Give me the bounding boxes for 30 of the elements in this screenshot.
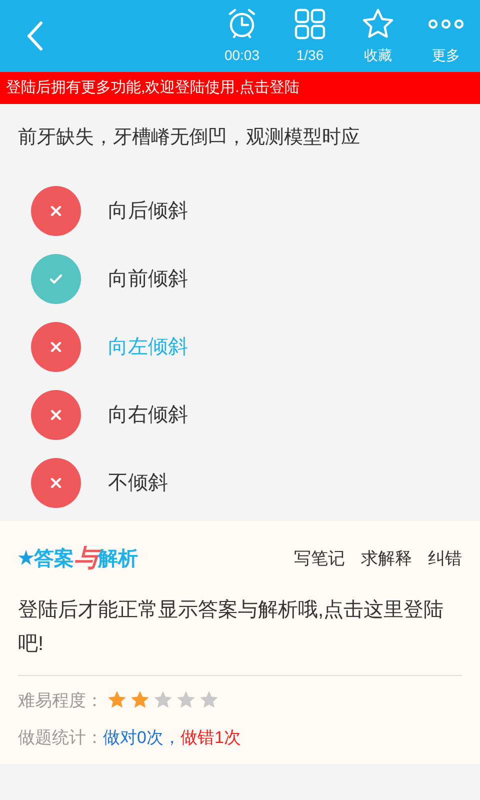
wrong-count: 做错1次 <box>180 727 241 749</box>
cross-icon <box>50 408 62 420</box>
action-link[interactable]: 纠错 <box>428 546 462 572</box>
stats-label: 做题统计： <box>18 727 103 749</box>
correct-count: 做对0次 <box>103 727 164 749</box>
login-banner[interactable]: 登陆后拥有更多功能,欢迎登陆使用.点击登陆 <box>0 72 480 104</box>
stats-separator: ， <box>163 727 180 749</box>
star-icon <box>107 690 127 710</box>
answer-option[interactable]: 向后倾斜 <box>0 176 480 244</box>
action-link[interactable]: 写笔记 <box>294 546 345 572</box>
answer-option[interactable]: 不倾斜 <box>0 448 480 516</box>
login-message[interactable]: 登陆后才能正常显示答案与解析哦,点击这里登陆吧! <box>18 592 462 660</box>
more-icon <box>427 16 465 30</box>
analysis-logo: ★答案与解析 <box>18 544 138 574</box>
cross-icon <box>50 340 62 352</box>
answer-option[interactable]: 向右倾斜 <box>0 380 480 448</box>
star-icon <box>199 690 219 710</box>
answer-option[interactable]: 向前倾斜 <box>0 244 480 312</box>
star-icon <box>153 690 173 710</box>
action-link[interactable]: 求解释 <box>361 546 412 572</box>
star-icon <box>130 690 150 710</box>
difficulty-label: 难易程度： <box>18 690 103 712</box>
star-icon <box>361 6 395 40</box>
check-icon <box>49 272 63 286</box>
back-icon <box>25 20 45 52</box>
star-icon <box>176 690 196 710</box>
question-text: 前牙缺失，牙槽嵴无倒凹，观测模型时应 <box>17 126 361 150</box>
cross-icon <box>50 204 62 216</box>
grid-icon <box>293 6 327 40</box>
cross-icon <box>50 476 62 488</box>
